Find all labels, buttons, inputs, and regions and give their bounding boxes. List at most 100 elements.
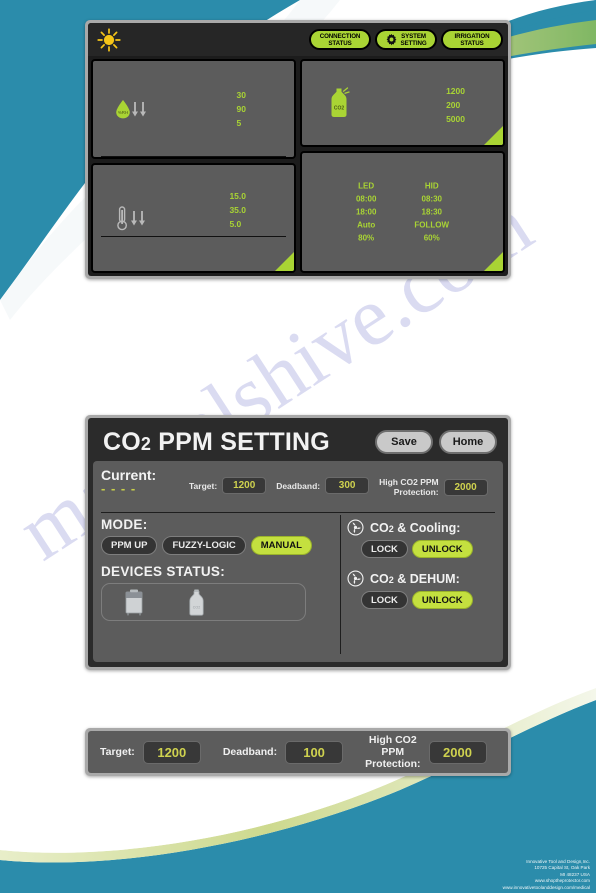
humidity-droplet-icon: %RH <box>116 100 130 119</box>
vertical-divider <box>340 515 341 654</box>
co2-cooling-lock-button[interactable]: LOCK <box>361 540 408 558</box>
dashboard-screen: CONNECTION STATUS SYSTEM SETTING IRRIGAT… <box>85 20 511 279</box>
co2-panel[interactable]: CO2 1200 200 5000 <box>300 59 505 147</box>
lock-controls-column: CO2 & Cooling: LOCK UNLOCK CO2 & DEHUM: … <box>347 513 495 656</box>
strip-deadband-group: Deadband: 100 <box>222 740 344 764</box>
system-setting-label-1: SYSTEM <box>401 32 426 40</box>
temperature-readout: 15.0 35.0 5.0 <box>229 189 246 231</box>
co2-cooling-title-main: CO <box>370 520 389 535</box>
devices-status-box: CO2 <box>101 583 306 621</box>
high-co2-protection-field[interactable]: 2000 <box>443 478 488 496</box>
humidity-value-1: 30 <box>236 90 246 100</box>
strip-high-co2-protection-field[interactable]: 2000 <box>428 740 487 764</box>
page-title-sub: 2 <box>140 433 152 454</box>
led-off-time: 18:00 <box>355 207 377 217</box>
co2-dehum-header: CO2 & DEHUM: <box>347 570 495 587</box>
co2-tank-icon[interactable]: CO2 <box>188 589 205 616</box>
system-setting-button[interactable]: SYSTEM SETTING <box>375 29 437 50</box>
co2-burner-icon[interactable] <box>124 588 144 616</box>
mode-fuzzy-logic-button[interactable]: FUZZY-LOGIC <box>162 536 246 555</box>
lighting-column-led: LED 08:00 18:00 Auto 80% <box>356 180 376 245</box>
deadband-field[interactable]: 300 <box>325 477 370 494</box>
connection-status-label-2: STATUS <box>328 39 352 47</box>
thermometer-icon <box>117 206 127 231</box>
page-title: CO2 PPM SETTING <box>103 428 330 457</box>
humidity-icon-wrap: %RH <box>115 99 146 119</box>
panel-corner-accent <box>484 126 503 145</box>
connection-status-button[interactable]: CONNECTION STATUS <box>309 29 371 50</box>
co2-setting-title-bar: CO2 PPM SETTING Save Home <box>93 423 503 461</box>
page-title-main: CO <box>103 427 141 456</box>
hid-level: 60% <box>423 233 440 243</box>
svg-text:CO2: CO2 <box>334 106 345 112</box>
strip-target-field[interactable]: 1200 <box>142 740 201 764</box>
temperature-panel[interactable]: 15.0 35.0 5.0 <box>91 163 296 273</box>
arrow-down-icon <box>132 101 138 116</box>
co2-spray-bottle-icon: CO2 <box>331 87 350 117</box>
co2-value-1: 1200 <box>446 85 465 96</box>
fan-icon <box>347 519 364 536</box>
high-co2-protection-label: High CO2 PPM Protection: <box>379 477 439 497</box>
lighting-grid: LED 08:00 18:00 Auto 80% HID 08:30 18:30… <box>302 180 503 245</box>
co2-dehum-unlock-button[interactable]: UNLOCK <box>411 591 473 609</box>
dashboard-right-column: CO2 1200 200 5000 LED 08:00 18:00 Auto 8… <box>300 59 505 273</box>
humidity-arrows <box>132 101 146 117</box>
temperature-icon-wrap <box>115 205 145 231</box>
home-button[interactable]: Home <box>439 430 497 454</box>
led-mode: Auto <box>357 220 376 230</box>
mode-ppm-up-button[interactable]: PPM UP <box>101 536 158 555</box>
save-button[interactable]: Save <box>375 430 433 454</box>
lighting-panel[interactable]: LED 08:00 18:00 Auto 80% HID 08:30 18:30… <box>300 151 505 273</box>
humidity-panel-divider <box>101 156 286 157</box>
sun-icon <box>97 27 121 52</box>
mode-manual-button[interactable]: MANUAL <box>250 536 312 555</box>
co2-dehum-lock-button[interactable]: LOCK <box>361 591 408 609</box>
mode-button-group: PPM UP FUZZY-LOGIC MANUAL <box>101 536 336 555</box>
co2-cooling-unlock-button[interactable]: UNLOCK <box>411 540 473 558</box>
arrow-down-icon <box>131 210 137 225</box>
led-on-time: 08:00 <box>355 194 377 204</box>
strip-high-co2-protection-group: High CO2 PPM Protection: 2000 <box>365 734 487 770</box>
page-title-rest: PPM SETTING <box>151 427 330 456</box>
humidity-readout: 30 90 5 <box>237 88 246 130</box>
deadband-label: Deadband: <box>276 480 321 491</box>
mode-label: MODE: <box>101 517 148 532</box>
co2-cooling-header: CO2 & Cooling: <box>347 519 495 536</box>
strip-high-co2-protection-label: High CO2 PPM Protection: <box>365 734 420 770</box>
strip-high-co2-label-1: High CO2 PPM <box>368 734 417 758</box>
led-header: LED <box>358 181 375 191</box>
panel-corner-accent <box>484 252 503 271</box>
current-value: - - - - <box>101 481 137 496</box>
dashboard-panels: %RH 30 90 5 15.0 35.0 5.0 CO2 1200 200 5… <box>88 56 508 276</box>
irrigation-status-label-1: IRRIGATION <box>454 32 490 40</box>
co2-dehum-control: CO2 & DEHUM: LOCK UNLOCK <box>347 570 495 609</box>
co2-cooling-control: CO2 & Cooling: LOCK UNLOCK <box>347 519 495 558</box>
target-label: Target: <box>189 480 218 491</box>
panel-corner-accent <box>275 252 294 271</box>
temperature-panel-divider <box>101 236 286 237</box>
temperature-value-2: 35.0 <box>229 204 246 215</box>
co2-dehum-title-main: CO <box>370 571 389 586</box>
temperature-value-1: 15.0 <box>229 190 246 201</box>
co2-setting-body: Current: - - - - Target: 1200 Deadband: … <box>93 461 503 662</box>
strip-target-group: Target: 1200 <box>100 740 201 764</box>
strip-deadband-label: Deadband: <box>222 746 278 758</box>
strip-deadband-field[interactable]: 100 <box>285 740 344 764</box>
arrow-down-icon <box>140 101 146 116</box>
hid-off-time: 18:30 <box>421 207 442 217</box>
high-co2-protection-label-1: High CO2 PPM <box>379 477 439 487</box>
humidity-panel[interactable]: %RH 30 90 5 <box>91 59 296 159</box>
high-co2-protection-label-2: Protection: <box>393 487 439 497</box>
co2-cooling-lock-row: LOCK UNLOCK <box>361 540 495 558</box>
deadband-field-group: Deadband: 300 <box>276 477 370 494</box>
svg-text:CO2: CO2 <box>193 605 200 609</box>
temperature-value-3: 5.0 <box>229 218 242 229</box>
target-field[interactable]: 1200 <box>222 477 267 494</box>
lighting-column-hid: HID 08:30 18:30 FOLLOW 60% <box>414 180 449 245</box>
co2-dehum-lock-row: LOCK UNLOCK <box>361 591 495 609</box>
hid-on-time: 08:30 <box>421 194 442 204</box>
co2-icon-wrap: CO2 <box>328 87 350 119</box>
svg-text:%RH: %RH <box>118 110 128 115</box>
irrigation-status-button[interactable]: IRRIGATION STATUS <box>441 29 503 50</box>
co2-dehum-title-rest: & DEHUM: <box>393 571 460 586</box>
